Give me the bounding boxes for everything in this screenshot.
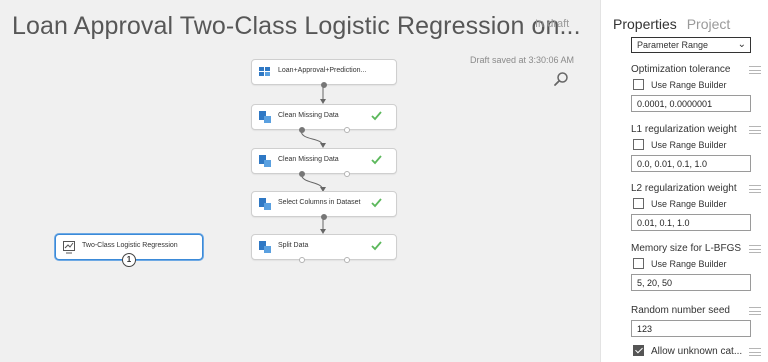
menu-icon[interactable]	[749, 66, 761, 74]
allow-unknown-label: Allow unknown cat...	[651, 346, 743, 357]
split-data-module[interactable]: Split Data	[251, 234, 397, 263]
output-port[interactable]	[344, 127, 350, 133]
param-optimization-tolerance: Optimization tolerance Use Range Builder…	[631, 64, 761, 114]
range-builder-option[interactable]: Use Range Builder	[633, 258, 727, 269]
param-label: Random number seed	[631, 305, 730, 316]
range-builder-checkbox[interactable]	[633, 79, 644, 90]
module-label: Clean Missing Data	[278, 112, 339, 119]
allow-unknown-checkbox[interactable]	[633, 345, 644, 356]
draft-status: In draft	[535, 18, 570, 30]
range-builder-label: Use Range Builder	[651, 140, 727, 150]
output-port[interactable]	[299, 171, 305, 177]
draft-saved-time: Draft saved at 3:30:06 AM	[470, 55, 575, 65]
range-builder-option[interactable]: Use Range Builder	[633, 139, 727, 150]
parameter-mode-value: Parameter Range	[637, 40, 709, 50]
range-builder-option[interactable]: Use Range Builder	[633, 79, 727, 90]
two-class-logistic-regression-module[interactable]: Two-Class Logistic Regression 1	[55, 234, 203, 267]
chevron-down-icon: ⌄	[737, 39, 746, 50]
param-value-input[interactable]: 5, 20, 50	[631, 274, 751, 291]
param-l2-regularization-weight: L2 regularization weight Use Range Build…	[631, 183, 761, 233]
seed-input[interactable]: 123	[631, 320, 751, 337]
module-icon	[259, 241, 271, 253]
param-value-input[interactable]: 0.01, 0.1, 1.0	[631, 214, 751, 231]
tab-properties[interactable]: Properties	[613, 16, 677, 32]
param-l1-regularization-weight: L1 regularization weight Use Range Build…	[631, 124, 761, 174]
range-builder-label: Use Range Builder	[651, 80, 727, 90]
output-port[interactable]	[321, 214, 327, 220]
param-random-seed: Random number seed 123	[631, 305, 761, 339]
allow-unknown-option[interactable]: Allow unknown cat...	[633, 345, 742, 357]
module-icon	[259, 155, 271, 167]
zoom-search-icon[interactable]	[553, 71, 569, 87]
check-icon	[371, 241, 382, 251]
dataset-module[interactable]: Loan+Approval+Prediction...	[251, 59, 397, 88]
menu-icon[interactable]	[749, 185, 761, 193]
range-builder-checkbox[interactable]	[633, 258, 644, 269]
panel-tabs: Properties Project	[613, 16, 730, 32]
check-icon	[371, 198, 382, 208]
module-label: Loan+Approval+Prediction...	[278, 67, 367, 74]
output-port[interactable]	[344, 257, 350, 263]
experiment-title[interactable]: Loan Approval Two-Class Logistic Regress…	[12, 12, 581, 41]
menu-icon[interactable]	[749, 126, 761, 134]
param-value-input[interactable]: 0.0001, 0.0000001	[631, 95, 751, 112]
param-label: Memory size for L-BFGS	[631, 243, 742, 254]
range-builder-checkbox[interactable]	[633, 198, 644, 209]
clean-missing-data-module[interactable]: Clean Missing Data	[251, 148, 397, 177]
module-badge: 1	[122, 253, 136, 267]
menu-icon[interactable]	[749, 348, 761, 356]
module-label: Select Columns in Dataset	[278, 199, 361, 206]
output-port[interactable]	[299, 257, 305, 263]
module-icon	[259, 111, 271, 123]
param-memory-size: Memory size for L-BFGS Use Range Builder…	[631, 243, 761, 293]
output-port[interactable]	[321, 82, 327, 88]
param-label: L2 regularization weight	[631, 183, 737, 194]
output-port[interactable]	[299, 127, 305, 133]
module-label: Two-Class Logistic Regression	[82, 242, 178, 249]
module-label: Split Data	[278, 242, 309, 249]
check-icon	[371, 155, 382, 165]
menu-icon[interactable]	[749, 245, 761, 253]
module-label: Clean Missing Data	[278, 156, 339, 163]
select-columns-module[interactable]: Select Columns in Dataset	[251, 191, 397, 220]
menu-icon[interactable]	[749, 307, 761, 315]
range-builder-label: Use Range Builder	[651, 259, 727, 269]
output-port[interactable]	[344, 171, 350, 177]
dataset-icon	[259, 67, 270, 76]
clean-missing-data-module[interactable]: Clean Missing Data	[251, 104, 397, 133]
experiment-canvas[interactable]: Loan Approval Two-Class Logistic Regress…	[0, 0, 600, 362]
param-label: L1 regularization weight	[631, 124, 737, 135]
check-icon	[371, 111, 382, 121]
param-value-input[interactable]: 0.0, 0.01, 0.1, 1.0	[631, 155, 751, 172]
range-builder-label: Use Range Builder	[651, 199, 727, 209]
model-icon	[63, 241, 75, 254]
module-icon	[259, 198, 271, 210]
param-label: Optimization tolerance	[631, 64, 731, 75]
range-builder-checkbox[interactable]	[633, 139, 644, 150]
range-builder-option[interactable]: Use Range Builder	[633, 198, 727, 209]
properties-panel: Properties Project Parameter Range ⌄ Opt…	[600, 0, 768, 362]
tab-project[interactable]: Project	[687, 16, 731, 32]
parameter-mode-select[interactable]: Parameter Range ⌄	[631, 37, 751, 53]
